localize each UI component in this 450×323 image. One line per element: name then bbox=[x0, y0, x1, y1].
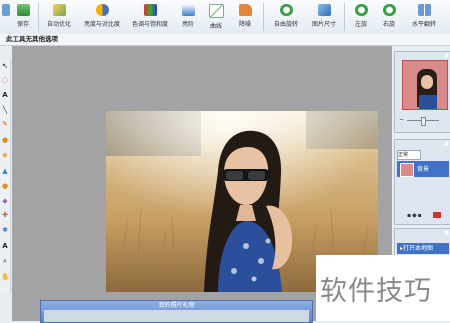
brightness-contrast-icon bbox=[95, 4, 109, 16]
shape-tool-icon[interactable]: ● bbox=[1, 182, 9, 190]
save-icon bbox=[16, 4, 30, 16]
hue-saturation-button[interactable]: 色调与饱和度 bbox=[128, 0, 172, 34]
layers-panel: ■ 正常 背景 ▪◆▪ bbox=[394, 139, 450, 225]
hue-saturation-icon bbox=[143, 4, 157, 16]
history-item[interactable]: ▸打开本地图 bbox=[397, 243, 449, 254]
image-size-label: 图片尺寸 bbox=[311, 21, 336, 28]
effect-tool-icon[interactable]: ✱ bbox=[1, 226, 9, 234]
navigator-thumbnail[interactable] bbox=[402, 60, 448, 110]
denoise-label: 降噪 bbox=[238, 21, 251, 28]
hue-saturation-label: 色调与饱和度 bbox=[131, 21, 168, 28]
smudge-tool-icon[interactable]: ✚ bbox=[1, 211, 9, 219]
pen-tool-button[interactable] bbox=[1, 0, 11, 34]
brightness-contrast-label: 亮度与对比度 bbox=[83, 21, 120, 28]
separator bbox=[263, 3, 264, 31]
photo-gift-panel: 我的照片礼物 bbox=[40, 300, 313, 323]
rotate-left-icon bbox=[354, 4, 368, 16]
levels-button[interactable]: 亮阶 bbox=[178, 0, 198, 34]
tool-palette: ↖ ◌ A ╲ ✎ ● ◆ ▲ ● ◆ ✚ ✱ A ⌕ ✋ bbox=[0, 60, 11, 292]
history-panel-title: ■ bbox=[444, 230, 449, 236]
pen-icon bbox=[2, 4, 10, 16]
tool-options-bar: 此工具无其他选项 bbox=[0, 34, 450, 46]
save-label: 保存 bbox=[16, 21, 29, 28]
curves-label: 曲线 bbox=[209, 23, 222, 30]
rotate-right-icon bbox=[382, 4, 396, 16]
flip-horizontal-icon bbox=[417, 4, 431, 16]
layer-thumbnail bbox=[400, 163, 414, 177]
auto-optimize-button[interactable]: 自动优化 bbox=[44, 0, 74, 34]
photo-gift-panel-body bbox=[44, 310, 309, 322]
rotate-left-label: 左旋 bbox=[354, 21, 367, 28]
layer-name: 背景 bbox=[417, 166, 430, 173]
lasso-tool-icon[interactable]: ◌ bbox=[1, 76, 9, 84]
auto-optimize-label: 自动优化 bbox=[46, 21, 71, 28]
levels-icon bbox=[181, 4, 195, 16]
image-size-button[interactable]: 图片尺寸 bbox=[306, 0, 342, 34]
free-rotate-icon bbox=[279, 4, 293, 16]
image-size-icon bbox=[317, 4, 331, 16]
watermark-overlay: 软件技巧 bbox=[316, 255, 450, 321]
watermark-text: 软件技巧 bbox=[320, 276, 432, 307]
hand-tool-icon[interactable]: ✋ bbox=[1, 273, 10, 281]
rotate-right-label: 右旋 bbox=[382, 21, 395, 28]
rotate-right-button[interactable]: 右旋 bbox=[378, 0, 400, 34]
zoom-slider-handle[interactable] bbox=[421, 117, 426, 126]
layer-actions[interactable]: ▪◆▪ bbox=[407, 212, 423, 219]
separator bbox=[344, 3, 345, 31]
delete-layer-icon[interactable] bbox=[433, 212, 441, 218]
drop-tool-icon[interactable]: ▲ bbox=[1, 167, 9, 175]
eraser-tool-icon[interactable]: ◆ bbox=[1, 197, 9, 205]
free-rotate-label: 自由旋转 bbox=[273, 21, 298, 28]
curves-button[interactable]: 曲线 bbox=[206, 0, 226, 34]
curves-icon bbox=[208, 4, 224, 18]
bucket-tool-icon[interactable]: ◆ bbox=[1, 151, 9, 159]
blend-mode-select[interactable]: 正常 bbox=[397, 150, 421, 160]
font-tool-icon[interactable]: A bbox=[1, 242, 9, 250]
rotate-left-button[interactable]: 左旋 bbox=[350, 0, 372, 34]
flip-horizontal-label: 水平翻转 bbox=[411, 21, 436, 28]
navigator-panel-title: ■ bbox=[444, 53, 449, 59]
stamp-tool-icon[interactable]: ● bbox=[1, 136, 9, 144]
line-tool-icon[interactable]: ╲ bbox=[1, 106, 9, 114]
levels-label: 亮阶 bbox=[181, 21, 194, 28]
layers-panel-title: ■ bbox=[444, 141, 449, 147]
brush-tool-icon[interactable]: ✎ bbox=[1, 120, 9, 128]
zoom-out-icon[interactable]: − bbox=[399, 117, 405, 123]
denoise-icon bbox=[238, 4, 252, 16]
free-rotate-button[interactable]: 自由旋转 bbox=[268, 0, 304, 34]
auto-optimize-icon bbox=[52, 4, 66, 16]
denoise-button[interactable]: 降噪 bbox=[234, 0, 256, 34]
separator bbox=[38, 3, 39, 31]
zoom-tool-icon[interactable]: ⌕ bbox=[1, 257, 9, 265]
navigator-panel: ■ − bbox=[394, 51, 450, 133]
move-tool-icon[interactable]: ↖ bbox=[1, 62, 9, 70]
text-tool-icon[interactable]: A bbox=[1, 91, 9, 99]
blend-mode-value: 正常 bbox=[398, 152, 409, 158]
flip-horizontal-button[interactable]: 水平翻转 bbox=[406, 0, 442, 34]
history-item-label: 打开本地图 bbox=[403, 245, 434, 252]
photo-gift-panel-title: 我的照片礼物 bbox=[158, 302, 195, 309]
save-button[interactable]: 保存 bbox=[12, 0, 34, 34]
brightness-contrast-button[interactable]: 亮度与对比度 bbox=[80, 0, 124, 34]
layer-row-background[interactable]: 背景 bbox=[397, 161, 449, 177]
tool-options-message: 此工具无其他选项 bbox=[6, 35, 58, 43]
toolbar-ribbon: 保存 自动优化 亮度与对比度 色调与饱和度 亮阶 曲线 降噪 自由旋转 图片尺寸… bbox=[0, 0, 450, 35]
